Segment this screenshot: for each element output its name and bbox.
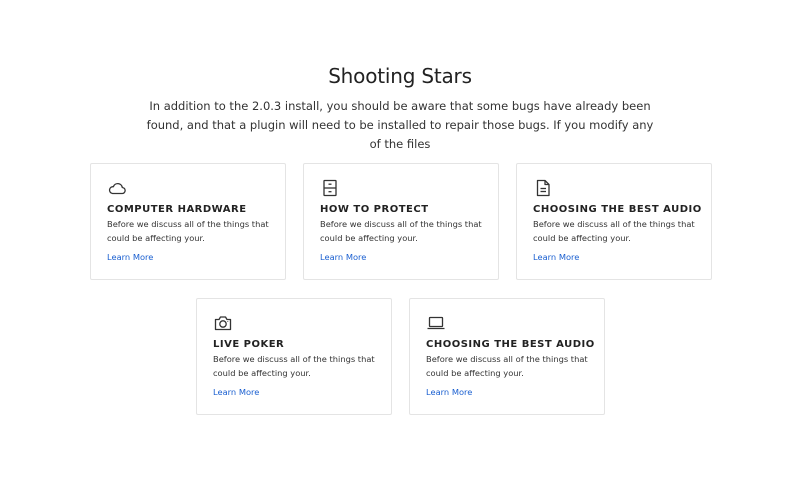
page-title: Shooting Stars: [328, 64, 472, 88]
card-title: COMPUTER HARDWARE: [107, 204, 247, 215]
feature-card-choosing-best-audio: CHOOSING THE BEST AUDIO Before we discus…: [516, 163, 712, 280]
card-description: Before we discuss all of the things that…: [107, 219, 269, 243]
learn-more-link[interactable]: Learn More: [533, 252, 579, 262]
cloud-icon: [107, 178, 127, 198]
feature-card-how-to-protect: HOW TO PROTECT Before we discuss all of …: [303, 163, 499, 280]
card-title: LIVE POKER: [213, 339, 285, 350]
camera-icon: [213, 313, 233, 333]
laptop-icon: [426, 313, 446, 333]
card-description: Before we discuss all of the things that…: [213, 354, 375, 378]
learn-more-link[interactable]: Learn More: [426, 387, 472, 397]
feature-card-choosing-best-audio-2: CHOOSING THE BEST AUDIO Before we discus…: [409, 298, 605, 415]
card-title: CHOOSING THE BEST AUDIO: [426, 339, 595, 350]
card-description: Before we discuss all of the things that…: [320, 219, 482, 243]
page-subtitle: In addition to the 2.0.3 install, you sh…: [146, 99, 654, 151]
card-description: Before we discuss all of the things that…: [426, 354, 588, 378]
learn-more-link[interactable]: Learn More: [107, 252, 153, 262]
feature-card-computer-hardware: COMPUTER HARDWARE Before we discuss all …: [90, 163, 286, 280]
card-title: HOW TO PROTECT: [320, 204, 429, 215]
cabinet-icon: [320, 178, 340, 198]
card-description: Before we discuss all of the things that…: [533, 219, 695, 243]
feature-card-live-poker: LIVE POKER Before we discuss all of the …: [196, 298, 392, 415]
card-title: CHOOSING THE BEST AUDIO: [533, 204, 702, 215]
document-icon: [533, 178, 553, 198]
learn-more-link[interactable]: Learn More: [213, 387, 259, 397]
learn-more-link[interactable]: Learn More: [320, 252, 366, 262]
